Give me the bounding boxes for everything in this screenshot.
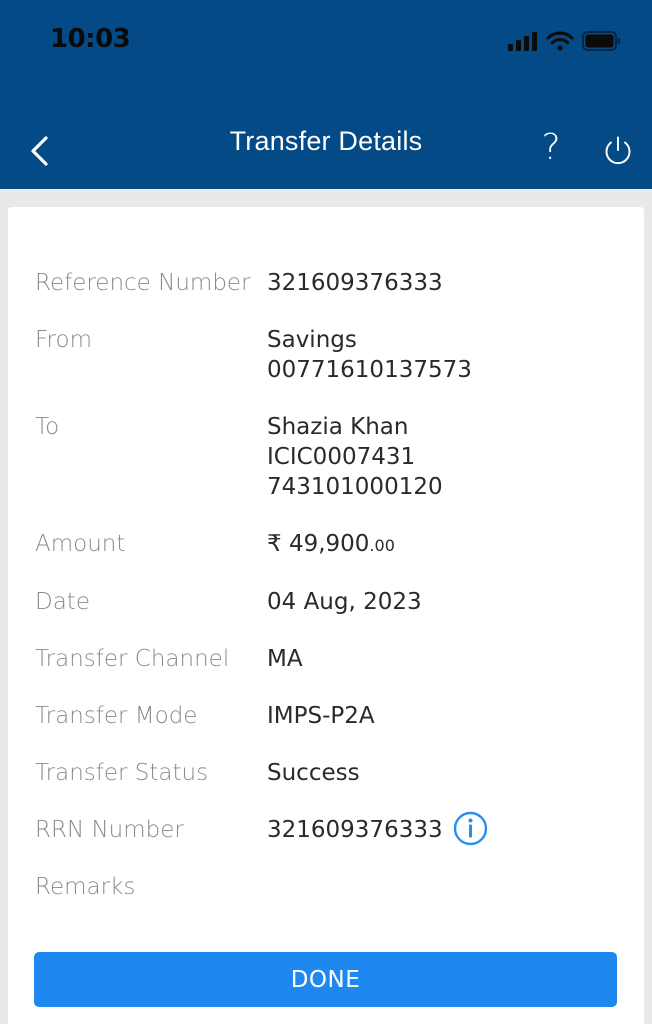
transfer-mode-label: Transfer Mode [35, 703, 198, 729]
app-header: 10:03 Transfer Details ? [0, 0, 652, 189]
to-account-number: 743101000120 [267, 474, 443, 500]
info-icon[interactable] [453, 811, 488, 846]
to-ifsc-code: ICIC0007431 [267, 444, 416, 470]
transfer-channel-label: Transfer Channel [35, 646, 230, 672]
logout-button[interactable] [601, 134, 635, 168]
rrn-number-label: RRN Number [35, 817, 184, 843]
date-value: 04 Aug, 2023 [267, 589, 422, 615]
power-icon [605, 136, 631, 165]
from-account-number: 00771610137573 [267, 357, 472, 383]
battery-icon [582, 31, 620, 51]
amount-label: Amount [35, 531, 126, 557]
done-button[interactable]: DONE [34, 952, 617, 1007]
remarks-label: Remarks [35, 874, 136, 900]
info-circle-icon [453, 811, 488, 846]
transfer-channel-value: MA [267, 646, 303, 672]
transfer-status-label: Transfer Status [35, 760, 209, 786]
amount-decimal: .00 [369, 536, 395, 555]
from-account-type: Savings [267, 327, 357, 353]
rrn-number-value: 321609376333 [267, 817, 443, 843]
cellular-signal-icon [508, 32, 537, 51]
to-payee-name: Shazia Khan [267, 414, 409, 440]
to-label: To [35, 414, 60, 440]
wifi-icon [546, 31, 574, 51]
amount-value: ₹ 49,900.00 [267, 529, 395, 561]
reference-number-value: 321609376333 [267, 270, 443, 296]
help-button[interactable]: ? [536, 128, 566, 168]
from-label: From [35, 327, 92, 353]
status-time: 10:03 [50, 24, 131, 54]
transfer-mode-value: IMPS-P2A [267, 703, 375, 729]
reference-number-label: Reference Number [35, 270, 251, 296]
transfer-status-value: Success [267, 760, 360, 786]
status-icons [508, 30, 622, 52]
date-label: Date [35, 589, 90, 615]
amount-main: ₹ 49,900 [267, 531, 370, 557]
